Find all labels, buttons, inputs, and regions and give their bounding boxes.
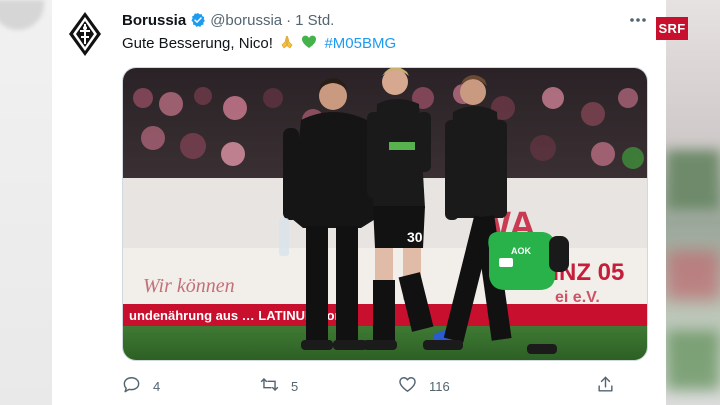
background-right (666, 0, 720, 405)
reply-icon (122, 375, 141, 397)
retweet-count: 5 (291, 378, 299, 394)
like-button[interactable]: 116 (398, 374, 450, 398)
like-count: 116 (429, 378, 450, 394)
ad-right-text-2: ei e.V. (555, 289, 600, 306)
tweet-header: Borussia @borussia · 1 Std. (122, 10, 334, 30)
tweet-photo[interactable]: WA Wir können AINZ 05 ei e.V. undenährun… (122, 67, 648, 361)
retweet-icon (260, 375, 279, 397)
ad-left-text: Wir können (143, 275, 235, 297)
reply-button[interactable]: 4 (122, 374, 160, 398)
verified-badge-icon (190, 12, 206, 28)
tweet-card[interactable]: Borussia @borussia · 1 Std. SRF Gute Bes… (52, 0, 688, 405)
srf-logo: SRF (656, 17, 688, 40)
user-handle[interactable]: @borussia (210, 12, 282, 29)
share-icon (596, 375, 615, 397)
display-name[interactable]: Borussia (122, 12, 186, 29)
tweet-actions: 4 5 116 (122, 374, 648, 398)
retweet-button[interactable]: 5 (260, 374, 298, 398)
reply-count: 4 (153, 378, 161, 394)
separator-dot: · (286, 11, 292, 29)
tweet-text: Gute Besserung, Nico! #M05BMG (122, 34, 396, 55)
share-button[interactable] (596, 374, 615, 398)
borussia-logo-avatar[interactable] (68, 11, 102, 57)
green-heart-emoji-icon (301, 34, 317, 55)
tweet-message: Gute Besserung, Nico! (122, 35, 273, 52)
bag-text: AOK (511, 246, 532, 256)
hashtag-link[interactable]: #M05BMG (324, 35, 396, 52)
tweet-time[interactable]: 1 Std. (295, 12, 334, 29)
background-left (0, 0, 52, 405)
more-horizontal-icon[interactable] (628, 10, 648, 30)
shirt-number: 30 (407, 229, 423, 245)
heart-icon (398, 375, 417, 397)
folded-hands-emoji-icon (279, 34, 295, 55)
